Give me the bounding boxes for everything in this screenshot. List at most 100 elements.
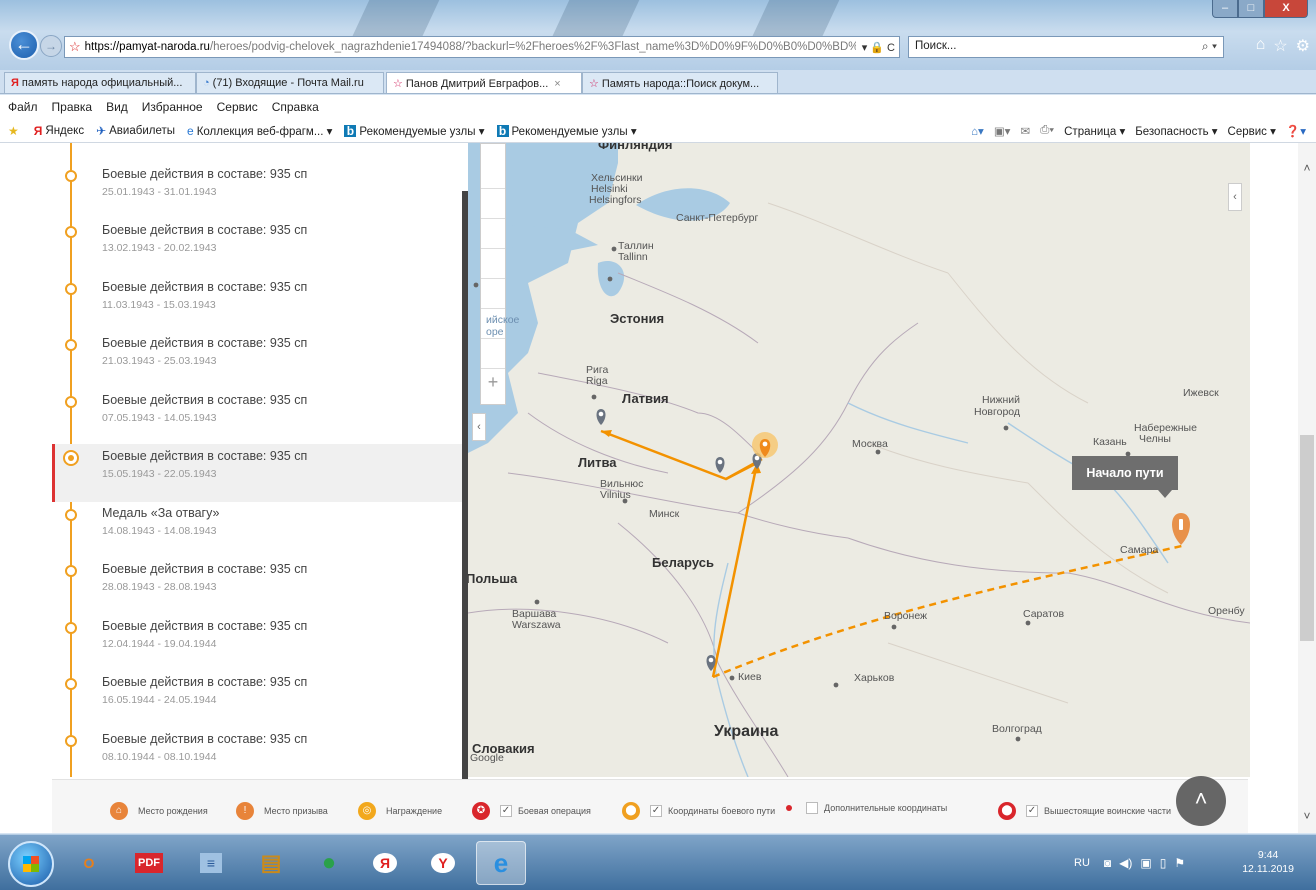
fav-yandex[interactable]: Я Яндекс [34, 124, 84, 138]
map-pin-icon[interactable] [596, 409, 606, 425]
taskbar-app-yandex[interactable]: Я [360, 841, 410, 885]
power-icon[interactable]: ▯ [1160, 856, 1167, 870]
tab-panov[interactable]: ☆ Панов Дмитрий Евграфов... × [386, 72, 582, 93]
legend-checkbox[interactable]: ✓ [650, 805, 662, 817]
start-marker-icon[interactable] [1172, 513, 1190, 545]
timeline-item[interactable]: 27.11.1942 - 01.12.1942 [52, 143, 462, 163]
timeline-item[interactable]: Боевые действия в составе: 935 сп 21.03.1… [52, 331, 462, 389]
favorites-add-icon[interactable]: ★ [8, 124, 22, 138]
fav-suggested-2[interactable]: b Рекомендуемые узлы ▾ [496, 124, 637, 138]
taskbar-app-pdf[interactable]: PDF [124, 841, 174, 885]
clock[interactable]: 9:44 12.11.2019 [1242, 848, 1294, 876]
menu-service[interactable]: Сервис ▾ [1228, 124, 1276, 138]
mail-icon[interactable]: ✉ [1020, 124, 1030, 138]
taskbar-app-document[interactable]: ≡ [186, 841, 236, 885]
timeline-item[interactable]: Боевые действия в составе: 935 сп 07.05.1… [52, 388, 462, 446]
legend-checkbox[interactable] [806, 802, 818, 814]
scroll-up-icon[interactable]: ˄ [1298, 161, 1316, 175]
taskbar-app-outlook[interactable]: O [64, 841, 114, 885]
timeline-item-title: Боевые действия в составе: 935 сп [102, 449, 308, 463]
favorites-star-icon[interactable]: ☆ [1273, 36, 1287, 56]
timeline-item[interactable]: Боевые действия в составе: 935 сп 12.04.1… [52, 614, 462, 672]
collapse-left-button[interactable]: ‹ [472, 413, 486, 441]
zoom-control[interactable]: + [480, 143, 506, 405]
network-icon[interactable]: ◙ [1104, 856, 1111, 870]
feeds-icon[interactable]: ▣▾ [994, 124, 1011, 138]
timeline-dot-icon [63, 450, 79, 466]
legend-item[interactable]: ✪ ✓ Боевая операция [472, 802, 591, 820]
back-button[interactable]: ← [9, 30, 39, 60]
tab-label: память народа официальный... [21, 77, 183, 89]
city-label: Новгород [974, 406, 1021, 418]
gear-icon[interactable]: ⚙ [1296, 36, 1310, 56]
menu-view[interactable]: Вид [106, 100, 128, 114]
menu-favorites[interactable]: Избранное [142, 100, 203, 114]
close-button[interactable]: X [1264, 0, 1308, 18]
legend-checkbox[interactable]: ✓ [500, 805, 512, 817]
timeline-dot-icon [65, 678, 77, 690]
tab-close-icon[interactable]: × [554, 78, 560, 90]
taskbar-app-explorer[interactable]: ▤ [246, 841, 296, 885]
taskbar-app-yandex-browser[interactable]: Y [418, 841, 468, 885]
tab-pamyat-search[interactable]: ☆ Память народа::Поиск докум... [582, 72, 778, 93]
search-icon[interactable]: ⌕ ▾ [1202, 39, 1217, 54]
start-button[interactable] [8, 841, 54, 887]
home-icon[interactable]: ⌂ [1256, 36, 1266, 56]
city-label: Самара [1120, 544, 1159, 556]
background-decoration [550, 0, 640, 40]
menu-security[interactable]: Безопасность ▾ [1135, 124, 1217, 138]
print-icon[interactable]: ⎙▾ [1040, 124, 1054, 137]
minimize-button[interactable]: – [1212, 0, 1238, 18]
forward-button[interactable]: → [40, 35, 62, 57]
menu-file[interactable]: Файл [8, 100, 38, 114]
home-icon[interactable]: ⌂▾ [971, 124, 984, 138]
menu-edit[interactable]: Правка [52, 100, 93, 114]
tab-mail[interactable]: ◔ (71) Входящие - Почта Mail.ru [196, 72, 384, 93]
timeline-dot-icon [65, 734, 77, 747]
legend-item[interactable]: ⬤ ✓ Вышестоящие воинские части [998, 802, 1171, 820]
timeline-item[interactable]: Боевые действия в составе: 935 сп 16.05.1… [52, 670, 462, 728]
timeline-item[interactable]: Медаль «За отвагу» 14.08.1943 - 14.08.194… [52, 501, 462, 559]
legend-checkbox[interactable]: ✓ [1026, 805, 1038, 817]
timeline-item[interactable]: Боевые действия в составе: 935 сп 28.08.1… [52, 557, 462, 615]
help-icon[interactable]: ❓▾ [1286, 124, 1306, 138]
timeline-item[interactable]: Боевые действия в составе: 935 сп 13.02.1… [52, 218, 462, 276]
fav-suggested-1[interactable]: b Рекомендуемые узлы ▾ [344, 124, 485, 138]
taskbar-app-ie[interactable]: e [476, 841, 526, 885]
maximize-button[interactable]: □ [1238, 0, 1264, 18]
menu-page[interactable]: Страница ▾ [1064, 124, 1125, 138]
monitor-icon[interactable]: ▣ [1140, 856, 1151, 870]
timeline-dot-icon [65, 226, 77, 238]
menu-tools[interactable]: Сервис [217, 100, 258, 114]
menu-help[interactable]: Справка [272, 100, 319, 114]
flag-icon[interactable]: ⚑ [1174, 856, 1185, 870]
timeline-item[interactable]: Боевые действия в составе: 935 сп 11.03.1… [52, 275, 462, 333]
language-indicator[interactable]: RU [1074, 857, 1090, 869]
vertical-scrollbar[interactable]: ˄ ˅ [1298, 143, 1316, 833]
address-controls[interactable]: ▾ 🔒 C [862, 41, 895, 54]
zoom-in-button[interactable]: + [481, 372, 505, 393]
route-segment [600, 429, 758, 481]
award-cluster-icon[interactable] [752, 432, 778, 458]
timeline-item[interactable]: Боевые действия в составе: 935 сп 15.05.1… [52, 444, 462, 502]
tab-yandex-search[interactable]: Япамять народа официальный... [4, 72, 196, 93]
fav-web-slices[interactable]: e Коллекция веб-фрагм... ▾ [187, 124, 332, 138]
window-controls: – □ X [1212, 0, 1308, 18]
timeline-item[interactable]: Боевые действия в составе: 935 сп 08.10.1… [52, 727, 462, 778]
address-bar[interactable]: ☆ https://pamyat-naroda.ru /heroes/podvi… [64, 36, 900, 58]
url-host: https://pamyat-naroda.ru [84, 41, 210, 53]
volume-icon[interactable]: ◀) [1119, 856, 1132, 870]
scroll-down-icon[interactable]: ˅ [1298, 809, 1316, 823]
timeline-item-date: 11.03.1943 - 15.03.1943 [102, 298, 216, 311]
menu-bar: Файл Правка Вид Избранное Сервис Справка [0, 95, 1316, 119]
map-pin-icon[interactable] [715, 457, 725, 473]
legend-item[interactable]: ⬤ ✓ Координаты боевого пути [622, 802, 775, 820]
timeline-item[interactable]: Боевые действия в составе: 935 сп 25.01.1… [52, 162, 462, 220]
scroll-to-top-button[interactable]: ˄ [1176, 776, 1226, 826]
collapse-right-button[interactable]: ‹ [1228, 183, 1242, 211]
taskbar-app-chrome[interactable]: ● [304, 841, 354, 885]
scrollbar-thumb[interactable] [1300, 435, 1314, 641]
fav-aviabilety[interactable]: ✈ Авиабилеты [96, 124, 175, 138]
map-view[interactable]: + ‹ ‹ Финляндия Эстония Латвия Литва Беларус… [468, 143, 1250, 777]
search-input[interactable]: Поиск... ⌕ ▾ [908, 36, 1224, 58]
